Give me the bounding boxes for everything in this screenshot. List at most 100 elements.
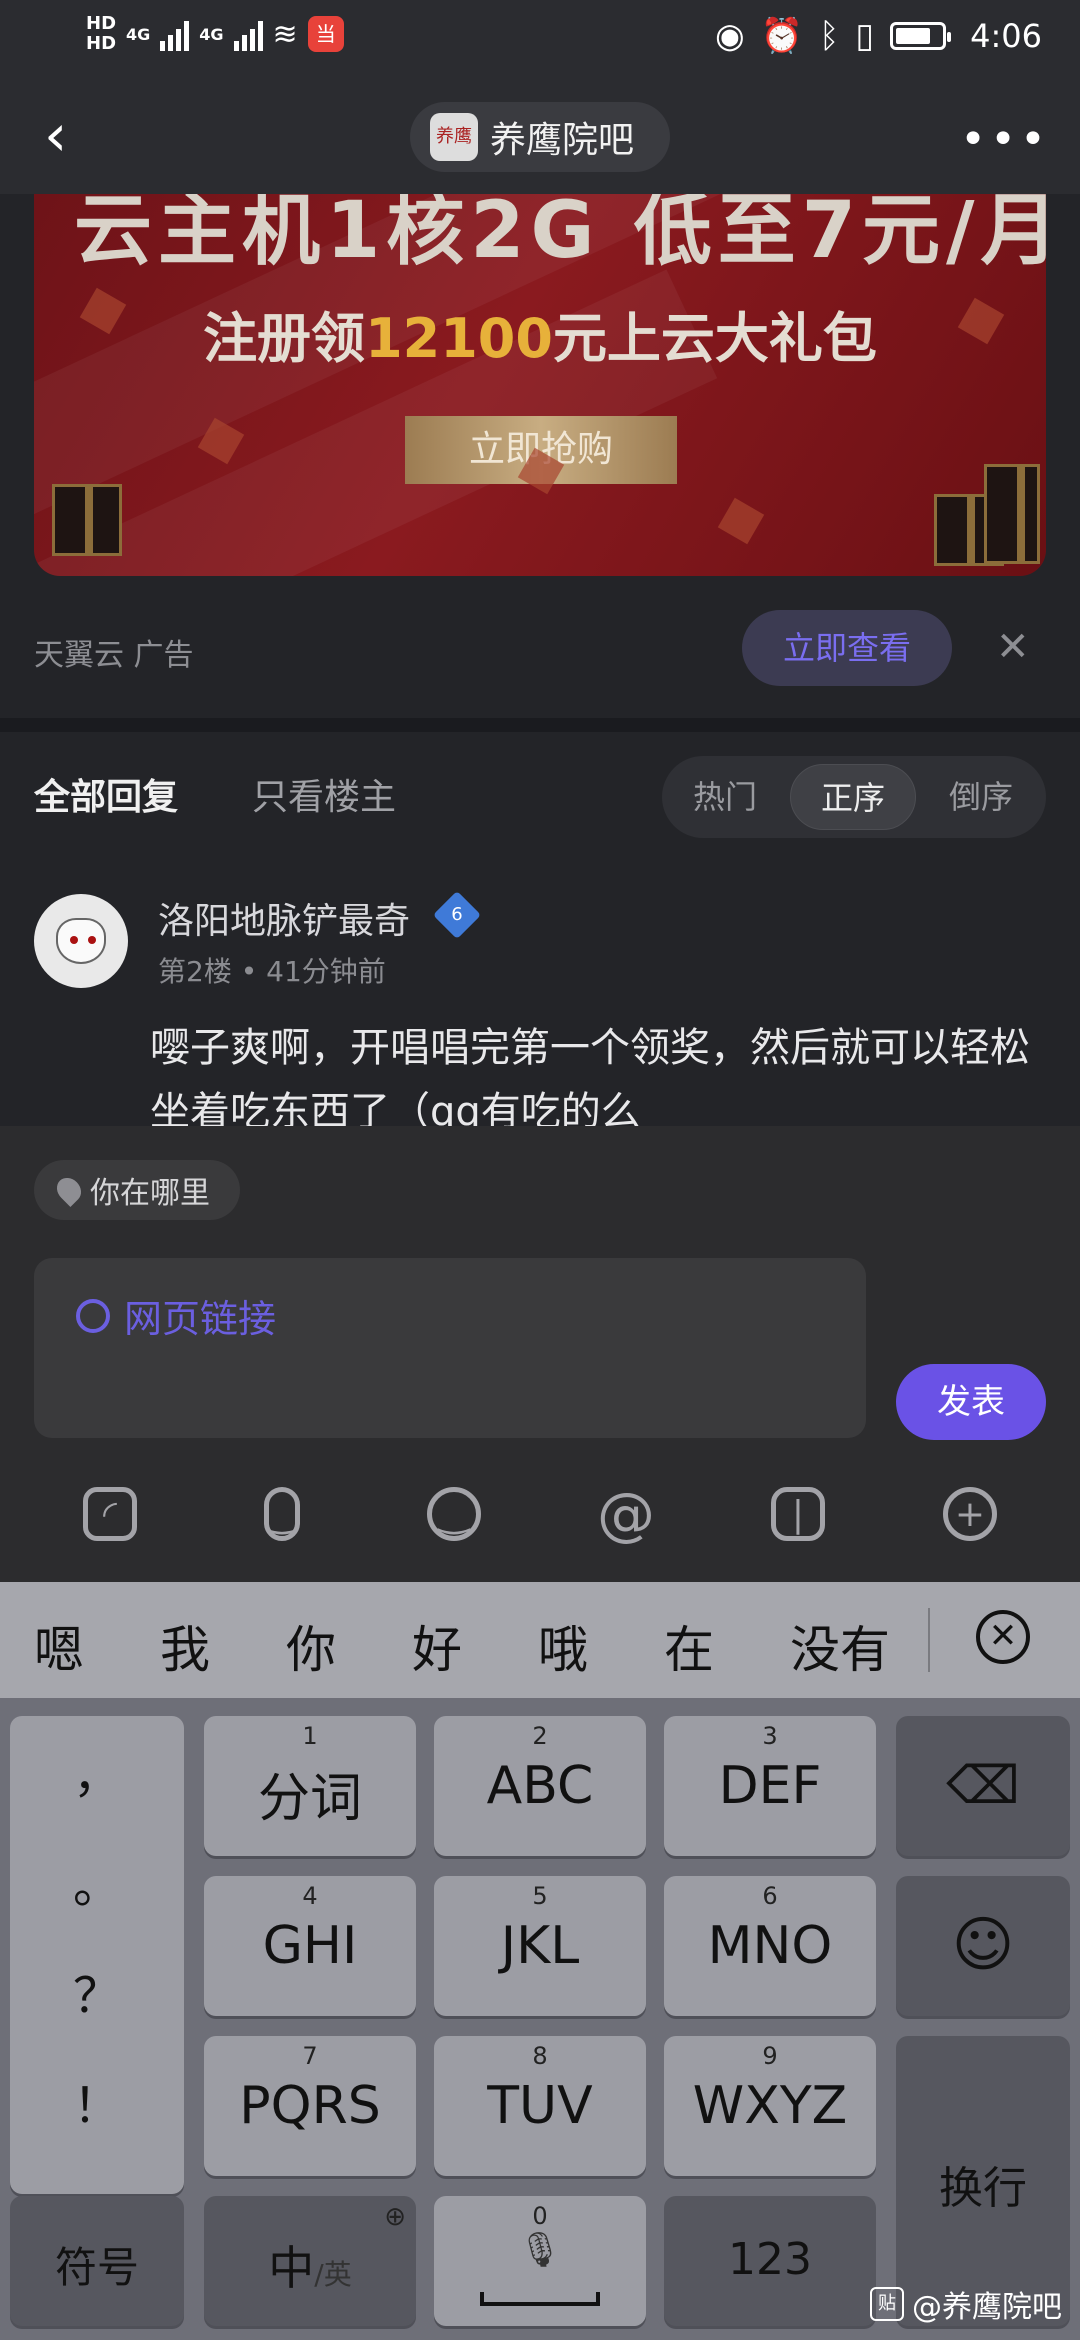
forum-avatar: 养鹰 (430, 113, 478, 161)
location-button[interactable]: 你在哪里 (34, 1160, 240, 1220)
symbols-key[interactable]: 符号 (10, 2196, 184, 2326)
key-num: 0 (532, 2202, 548, 2230)
mic-icon: 🎙 (518, 2230, 562, 2270)
key-6[interactable]: 6 MNO (664, 1876, 876, 2016)
candidate-item[interactable]: 在 (664, 1610, 714, 1682)
punct-comma[interactable]: ， (10, 1736, 184, 1806)
candidate-item[interactable]: 哦 (538, 1610, 588, 1682)
key-label: TUV (487, 2076, 593, 2136)
ime-candidate-bar: 嗯 我 你 好 哦 在 没有 ✕ (0, 1582, 1080, 1698)
punct-exclaim[interactable]: ！ (10, 2066, 184, 2136)
tab-all-replies[interactable]: 全部回复 (34, 768, 178, 820)
reply-input[interactable]: 网页链接 (34, 1258, 866, 1438)
candidate-item[interactable]: 好 (412, 1610, 462, 1682)
send-button[interactable]: 发表 (896, 1364, 1046, 1440)
key-label: 分词 (257, 1769, 362, 1829)
floor-label: 第2楼 (158, 955, 232, 988)
lang-alt: /英 (314, 2258, 352, 2291)
bluetooth-icon: ᛒ (819, 16, 840, 56)
ad-decor-cube (717, 497, 765, 545)
space-bar-icon (480, 2292, 600, 2306)
image-icon[interactable]: ◜ (80, 1484, 140, 1544)
key-5[interactable]: 5 JKL (434, 1876, 646, 2016)
ad-headline: 云主机1核2G 低至7元/月 (74, 194, 1046, 276)
key-num: 9 (762, 2042, 778, 2070)
status-left: HD HD 4G 4G ≋ 当 (86, 14, 344, 54)
location-label: 你在哪里 (90, 1176, 210, 1211)
gift-icon[interactable]: | (768, 1484, 828, 1544)
post-meta: 第2楼 • 41分钟前 (158, 950, 386, 990)
space-key[interactable]: 0 🎙 (434, 2196, 646, 2326)
link-icon (76, 1298, 110, 1333)
more-options-icon[interactable]: ••• (960, 114, 1050, 165)
network2-label: 4G (199, 24, 224, 44)
emoji-icon[interactable]: ‿ (424, 1484, 484, 1544)
ad-view-now-button[interactable]: 立即查看 (742, 610, 952, 686)
symbols-label: 符号 (54, 2243, 139, 2292)
backspace-key[interactable]: ⌫ (896, 1716, 1070, 1856)
key-1[interactable]: 1 分词 (204, 1716, 416, 1856)
key-label: JKL (500, 1916, 580, 1976)
wifi-icon: ≋ (272, 16, 298, 52)
signal1-icon (160, 17, 190, 51)
link-placeholder[interactable]: 网页链接 (76, 1288, 276, 1343)
ad-sub-prefix: 注册领 (203, 307, 366, 370)
ad-banner[interactable]: 云主机1核2G 低至7元/月 注册领12100元上云大礼包 立即抢购 (34, 194, 1046, 576)
key-label: DEF (718, 1756, 822, 1816)
punct-period[interactable]: 。 (10, 1846, 184, 1916)
forum-header-pill[interactable]: 养鹰 养鹰院吧 (410, 102, 670, 172)
avatar[interactable] (34, 894, 128, 988)
sort-hot[interactable]: 热门 (662, 764, 788, 830)
username[interactable]: 洛阳地脉铲最奇 (158, 892, 410, 944)
back-icon[interactable]: ‹ (44, 106, 94, 166)
collapse-keyboard-icon[interactable]: ✕ (976, 1610, 1030, 1664)
hd1-label: HD (86, 13, 117, 34)
tab-op-only[interactable]: 只看楼主 (252, 768, 396, 820)
enter-label: 换行 (939, 2163, 1027, 2214)
backspace-icon: ⌫ (946, 1756, 1020, 1816)
key-9[interactable]: 9 WXYZ (664, 2036, 876, 2176)
mic-icon[interactable]: ‿ (252, 1484, 312, 1544)
link-placeholder-text: 网页链接 (124, 1297, 277, 1341)
punctuation-column[interactable]: ， 。 ？ ！ (10, 1716, 184, 2194)
keyboard: ， 。 ？ ！ 1 分词 2 ABC 3 DEF ⌫ 4 GHI 5 JKL 6 MNO ☺… (0, 1698, 1080, 2340)
nav-bar: ‹ 养鹰 养鹰院吧 ••• (0, 80, 1080, 194)
level-number: 6 (451, 904, 463, 925)
app-notification-icon: 当 (307, 16, 344, 52)
key-2[interactable]: 2 ABC (434, 1716, 646, 1856)
clock: 4:06 (970, 17, 1042, 55)
key-label: GHI (262, 1916, 358, 1976)
key-num: 5 (532, 1882, 548, 1910)
key-num: 2 (532, 1722, 548, 1750)
sort-toggle-group: 热门 正序 倒序 (662, 756, 1046, 838)
language-switch-key[interactable]: ⊕ 中/英 (204, 2196, 416, 2326)
at-icon[interactable]: @ (596, 1480, 656, 1548)
ad-close-icon[interactable]: ✕ (996, 624, 1030, 670)
key-7[interactable]: 7 PQRS (204, 2036, 416, 2176)
hd2-label: HD (86, 33, 117, 54)
numbers-key[interactable]: 123 (664, 2196, 876, 2326)
key-num: 6 (762, 1882, 778, 1910)
key-4[interactable]: 4 GHI (204, 1876, 416, 2016)
section-divider (0, 718, 1080, 732)
emoji-key[interactable]: ☺ (896, 1876, 1070, 2016)
plus-icon[interactable]: + (940, 1484, 1000, 1544)
key-num: 3 (762, 1722, 778, 1750)
ad-sub-suffix: 元上云大礼包 (552, 307, 877, 370)
globe-icon: ⊕ (384, 2202, 406, 2232)
key-3[interactable]: 3 DEF (664, 1716, 876, 1856)
candidate-item[interactable]: 没有 (790, 1610, 890, 1682)
key-8[interactable]: 8 TUV (434, 2036, 646, 2176)
punct-question[interactable]: ？ (10, 1956, 184, 2026)
lang-main: 中 (268, 2241, 315, 2295)
candidate-item[interactable]: 嗯 (34, 1610, 84, 1682)
sort-descending[interactable]: 倒序 (918, 764, 1044, 830)
post-content: 嘤子爽啊，开唱唱完第一个领奖，然后就可以轻松坐着吃东西了（qq有吃的么 (150, 1025, 1030, 1126)
key-num: 1 (302, 1722, 318, 1750)
sort-ascending[interactable]: 正序 (790, 764, 916, 830)
network1-label: 4G (126, 24, 151, 44)
candidate-item[interactable]: 你 (286, 1610, 336, 1682)
key-label: ABC (486, 1756, 594, 1816)
candidate-item[interactable]: 我 (160, 1610, 210, 1682)
candidate-divider (928, 1608, 930, 1672)
